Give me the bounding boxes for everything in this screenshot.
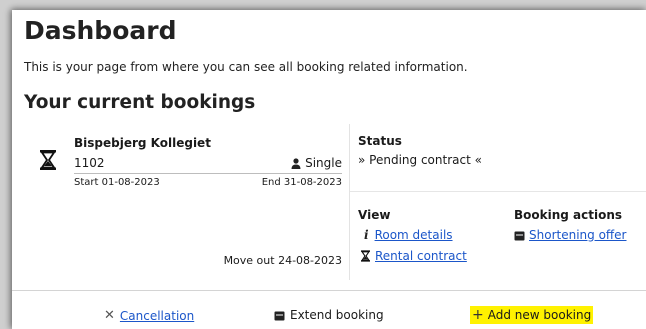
status-value: » Pending contract « xyxy=(358,153,482,167)
room-type: Single xyxy=(291,156,342,170)
footer-divider xyxy=(12,290,646,291)
hourglass-icon xyxy=(361,250,370,262)
room-type-label: Single xyxy=(305,156,342,170)
rental-contract-link-label[interactable]: Rental contract xyxy=(375,249,467,263)
status-divider xyxy=(350,191,646,192)
extend-booking-button[interactable]: Extend booking xyxy=(274,308,384,322)
shortening-offer-link[interactable]: Shortening offer xyxy=(514,228,627,242)
calendar-icon xyxy=(514,230,525,241)
booking-end-date: End 31-08-2023 xyxy=(261,177,342,188)
room-details-link-label[interactable]: Room details xyxy=(375,228,453,242)
cancellation-link-label[interactable]: Cancellation xyxy=(120,309,194,323)
room-number: 1102 xyxy=(74,156,105,170)
close-icon: ✕ xyxy=(104,308,115,323)
move-out-date: Move out 24-08-2023 xyxy=(223,254,342,267)
residence-name: Bispebjerg Kollegiet xyxy=(74,136,211,150)
column-separator xyxy=(349,124,350,280)
person-icon xyxy=(291,157,301,169)
shortening-offer-link-label[interactable]: Shortening offer xyxy=(529,228,627,242)
view-label: View xyxy=(358,208,391,222)
hourglass-icon xyxy=(40,150,56,170)
add-new-booking-label[interactable]: Add new booking xyxy=(488,308,591,322)
rental-contract-link[interactable]: Rental contract xyxy=(361,249,467,263)
info-icon: i xyxy=(364,228,369,242)
calendar-icon xyxy=(274,310,285,321)
cancellation-button[interactable]: ✕ Cancellation xyxy=(104,308,194,323)
booking-start-date: Start 01-08-2023 xyxy=(74,177,160,188)
room-details-link[interactable]: i Room details xyxy=(364,228,453,242)
page-subtitle: This is your page from where you can see… xyxy=(24,60,468,74)
page-title: Dashboard xyxy=(24,16,177,45)
dashboard-panel: Dashboard This is your page from where y… xyxy=(12,10,646,329)
section-title-current-bookings: Your current bookings xyxy=(24,92,256,113)
add-new-booking-button[interactable]: + Add new booking xyxy=(470,306,594,324)
plus-icon: + xyxy=(472,307,484,323)
status-label: Status xyxy=(358,134,402,148)
booking-actions-label: Booking actions xyxy=(514,208,623,222)
booking-divider xyxy=(74,173,342,174)
extend-booking-label[interactable]: Extend booking xyxy=(290,308,384,322)
